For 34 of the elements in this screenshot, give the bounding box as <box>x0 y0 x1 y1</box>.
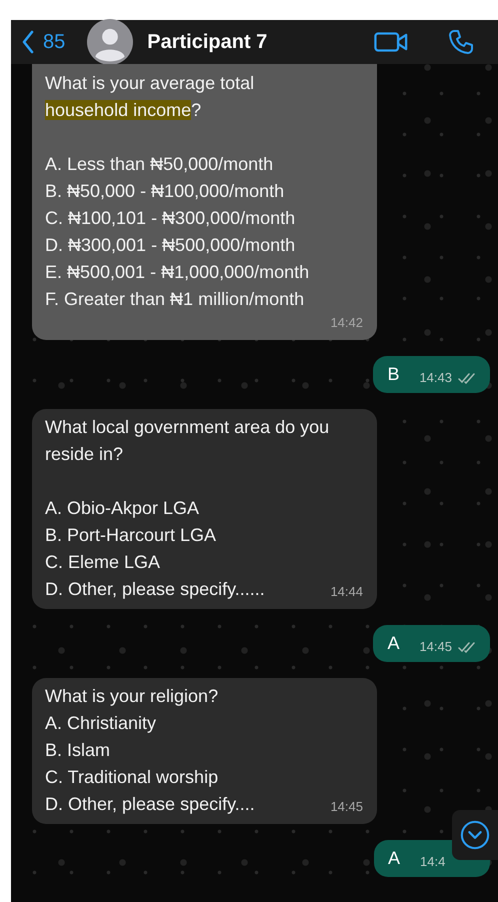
answer-option: A. Obio-Akpor LGA <box>45 495 200 522</box>
answer-option: C. Eleme LGA <box>45 549 160 576</box>
answer-option: C. Traditional worship <box>45 764 218 791</box>
answer-option: A. Less than ₦50,000/month <box>45 151 274 178</box>
answer-option: B. Port-Harcourt LGA <box>45 522 216 549</box>
question-text: What is your average total household income? <box>45 72 256 122</box>
question-text: What is your religion? <box>45 685 220 708</box>
phone-call-icon[interactable] <box>448 29 474 55</box>
answer-option: D. Other, please specify...... <box>45 576 265 603</box>
message-time: 14:43 <box>419 370 452 385</box>
answer-option: C. ₦100,101 - ₦300,000/month <box>45 205 296 232</box>
back-button[interactable]: 85 <box>21 30 66 54</box>
message-time: 14:45 <box>419 639 452 654</box>
answer-option: B. ₦50,000 - ₦100,000/month <box>45 178 284 205</box>
message-text: A <box>388 848 400 869</box>
message-time: 14:42 <box>330 314 363 332</box>
answer-option: A. Christianity <box>45 710 156 737</box>
message-time: 14:45 <box>330 798 363 816</box>
message-time: 14:4 <box>420 854 446 869</box>
answer-option: D. ₦300,001 - ₦500,000/month <box>45 232 296 259</box>
question-text: What local government area do you reside in? <box>45 416 330 466</box>
back-chevron-icon <box>21 30 35 54</box>
scroll-down-icon <box>460 820 490 850</box>
message-text: A <box>387 633 400 654</box>
video-call-icon[interactable] <box>374 30 408 54</box>
message-time: 14:44 <box>330 583 363 601</box>
answer-option: F. Greater than ₦1 million/month <box>45 286 304 313</box>
scroll-down-button[interactable] <box>452 810 498 860</box>
answer-option: E. ₦500,001 - ₦1,000,000/month <box>45 259 310 286</box>
message-text: B <box>387 364 400 385</box>
answer-option: D. Other, please specify.... <box>45 791 255 818</box>
answer-option: B. Islam <box>45 737 110 764</box>
contact-name[interactable]: Participant 7 <box>147 30 374 54</box>
avatar-icon[interactable] <box>87 19 134 65</box>
